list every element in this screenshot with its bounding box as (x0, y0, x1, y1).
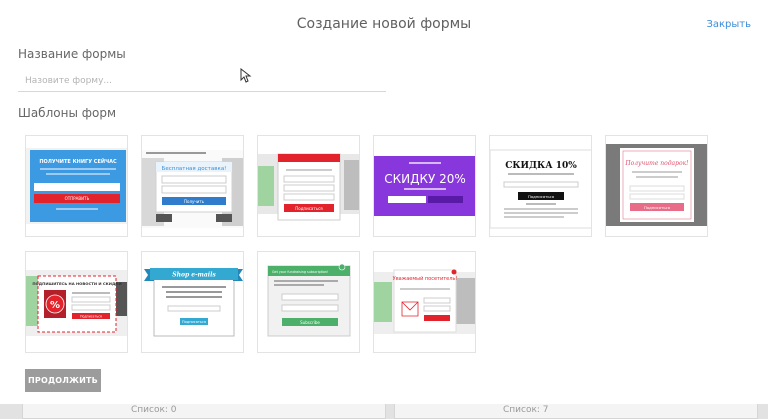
template-card-10[interactable]: Уважаемый посетитель! (373, 251, 476, 353)
template-card-4[interactable]: СКИДКУ 20% (373, 135, 476, 237)
template-card-9[interactable]: Get your fundraising subscription! Subsc… (257, 251, 360, 353)
templates-label: Шаблоны форм (18, 106, 117, 120)
template-6-button: Подписаться (644, 205, 670, 210)
background-page: Список: 0 Список: 7 (0, 404, 768, 419)
template-8-heading: Shop e-mails (172, 272, 216, 279)
template-2-heading: Бесплатная доставка! (162, 166, 227, 172)
template-8-button: Подписаться (182, 320, 206, 324)
template-1-button: ОТПРАВИТЬ (65, 196, 90, 201)
mouse-cursor-icon (240, 68, 252, 83)
template-3-button: Подписаться (295, 206, 323, 211)
template-card-1[interactable]: ПОЛУЧИТЕ КНИГУ СЕЙЧАС ОТПРАВИТЬ (25, 135, 128, 237)
template-7-heading: ПОДПИШИТЕСЬ НА НОВОСТИ И СКИДКИ (32, 281, 121, 286)
modal-title: Создание новой формы (296, 16, 472, 32)
form-name-field[interactable] (18, 68, 386, 93)
template-card-8[interactable]: Shop e-mails Подписаться (141, 251, 244, 353)
close-link[interactable]: Закрыть (706, 19, 751, 30)
continue-button[interactable]: ПРОДОЛЖИТЬ (25, 369, 101, 392)
template-5-heading: СКИДКА 10% (505, 161, 577, 171)
template-card-6[interactable]: Получите подарок! Подписаться (605, 135, 708, 237)
template-9-heading: Get your fundraising subscription! (272, 270, 328, 274)
template-10-heading: Уважаемый посетитель! (393, 275, 458, 282)
template-4-heading: СКИДКУ 20% (384, 172, 466, 186)
template-5-button: Подписаться (528, 194, 554, 199)
template-1-heading: ПОЛУЧИТЕ КНИГУ СЕЙЧАС (39, 157, 117, 165)
background-card-left: Список: 0 (22, 404, 386, 419)
template-6-heading: Получите подарок! (624, 160, 689, 167)
background-card-right: Список: 7 (394, 404, 758, 419)
template-9-button: Subscribe (300, 320, 320, 325)
background-right-label: Список: 7 (503, 405, 549, 415)
template-card-7[interactable]: ПОДПИШИТЕСЬ НА НОВОСТИ И СКИДКИ % Подпис… (25, 251, 128, 353)
template-card-2[interactable]: Бесплатная доставка! Получить (141, 135, 244, 237)
form-name-input[interactable] (18, 69, 386, 93)
form-name-label: Название формы (18, 47, 126, 61)
template-2-button: Получить (184, 199, 205, 204)
svg-text:%: % (50, 300, 60, 311)
create-form-modal: Создание новой формы Закрыть Название фо… (0, 0, 768, 404)
template-card-3[interactable]: Подписаться (257, 135, 360, 237)
background-left-label: Список: 0 (131, 405, 177, 415)
template-card-5[interactable]: СКИДКА 10% Подписаться (489, 135, 592, 237)
template-7-button: Подписаться (80, 315, 102, 319)
